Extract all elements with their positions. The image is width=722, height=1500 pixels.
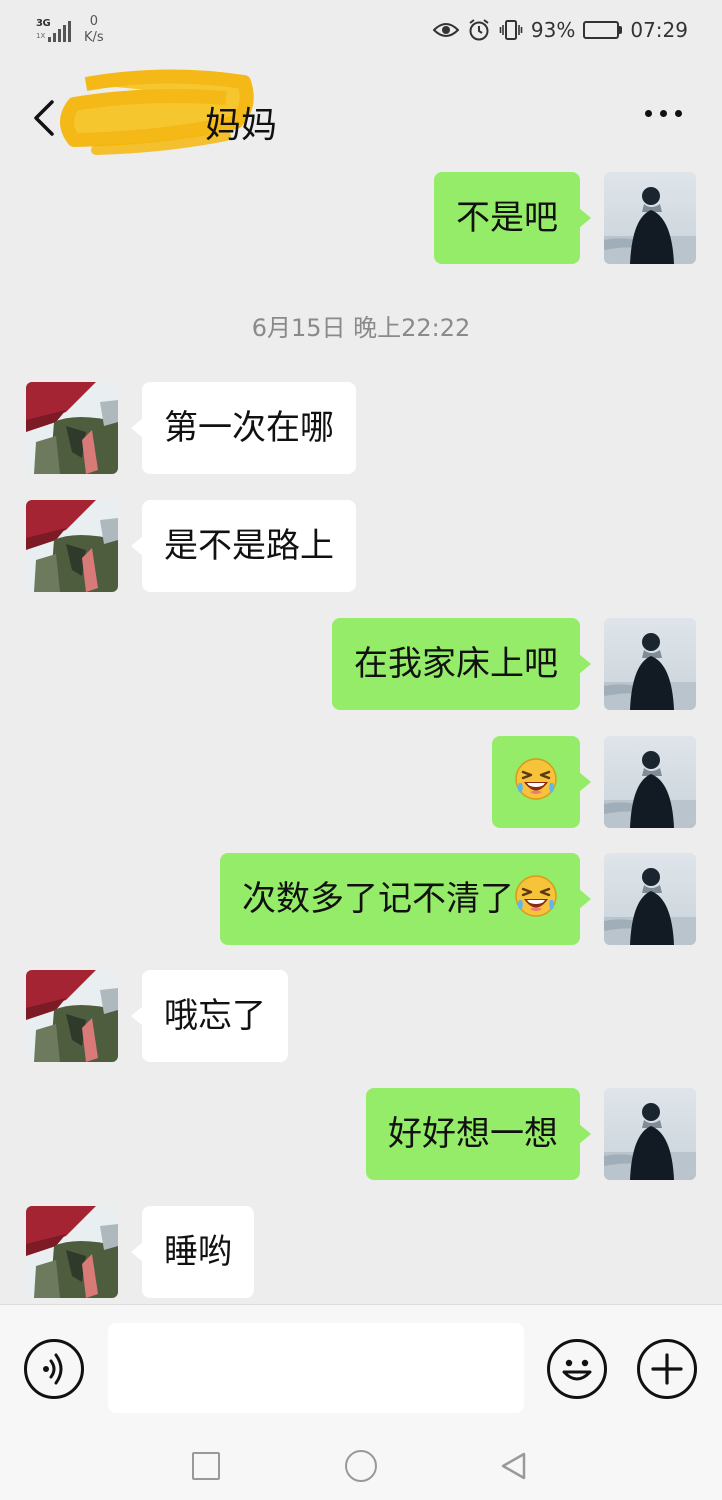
vibrate-icon — [499, 20, 523, 40]
signal-icon: 3G 1X — [34, 14, 71, 44]
home-icon[interactable] — [345, 1450, 377, 1482]
sent-message: 在我家床上吧 — [0, 618, 722, 710]
chat-messages: 6月15日 晚上22:22 不是吧第一次在哪是不是路上在我家床上吧次数多了记不清… — [0, 172, 722, 1304]
received-message: 是不是路上 — [0, 500, 722, 592]
recent-apps-icon[interactable] — [192, 1452, 220, 1480]
voice-icon[interactable] — [24, 1339, 84, 1399]
alarm-icon — [469, 19, 489, 41]
system-nav-bar — [0, 1430, 722, 1500]
my-avatar[interactable] — [604, 853, 696, 945]
message-bubble[interactable]: 睡哟 — [131, 1206, 254, 1298]
received-message: 哦忘了 — [0, 970, 722, 1062]
contact-avatar[interactable] — [26, 382, 118, 474]
chat-title: 妈妈 — [205, 105, 278, 146]
message-text: 在我家床上吧 — [354, 644, 558, 684]
message-text: 次数多了记不清了 — [242, 879, 514, 919]
speed-unit: K/s — [84, 30, 104, 45]
message-text: 哦忘了 — [164, 996, 266, 1036]
battery-percent: 93% — [530, 18, 576, 42]
avatar-image — [604, 736, 696, 828]
message-text: 是不是路上 — [164, 526, 334, 566]
laughing-emoji-icon — [515, 875, 557, 917]
contact-avatar[interactable] — [26, 970, 118, 1062]
emoji-icon[interactable] — [547, 1339, 607, 1399]
message-timestamp: 6月15日 晚上22:22 — [251, 314, 471, 342]
message-bubble[interactable]: 是不是路上 — [131, 500, 356, 592]
message-text: 好好想一想 — [388, 1114, 558, 1154]
sent-message: 次数多了记不清了 — [0, 853, 722, 945]
my-avatar[interactable] — [604, 736, 696, 828]
my-avatar[interactable] — [604, 1088, 696, 1180]
contact-avatar[interactable] — [26, 1206, 118, 1298]
network-subtype: 1X — [36, 32, 46, 40]
laughing-emoji-icon — [515, 758, 557, 800]
avatar-image — [604, 172, 696, 264]
sent-message — [0, 736, 722, 828]
message-bubble[interactable] — [492, 736, 591, 828]
message-bubble[interactable]: 次数多了记不清了 — [220, 853, 591, 945]
avatar-image — [604, 853, 696, 945]
more-dots-icon[interactable] — [645, 110, 682, 117]
message-bubble[interactable]: 在我家床上吧 — [332, 618, 591, 710]
eye-icon — [432, 23, 459, 37]
my-avatar[interactable] — [604, 618, 696, 710]
message-bubble[interactable]: 好好想一想 — [366, 1088, 591, 1180]
message-text: 不是吧 — [456, 198, 558, 238]
received-message: 睡哟 — [0, 1206, 722, 1298]
network-speed: 0 K/s — [84, 14, 104, 46]
avatar-image — [26, 1206, 118, 1298]
clock: 07:29 — [630, 18, 688, 42]
battery-icon — [583, 21, 623, 39]
speed-value: 0 — [89, 14, 98, 29]
contact-avatar[interactable] — [26, 500, 118, 592]
my-avatar[interactable] — [604, 172, 696, 264]
received-message: 第一次在哪 — [0, 382, 722, 474]
back-triangle-icon[interactable] — [498, 1450, 530, 1482]
avatar-image — [26, 382, 118, 474]
sent-message: 不是吧 — [0, 172, 722, 264]
avatar-image — [26, 500, 118, 592]
message-text: 第一次在哪 — [164, 408, 334, 448]
avatar-image — [604, 1088, 696, 1180]
avatar-image — [26, 970, 118, 1062]
message-text: 睡哟 — [164, 1232, 232, 1272]
message-bubble[interactable]: 不是吧 — [434, 172, 591, 264]
status-bar: 3G 1X 0 K/s 93% 07:29 — [0, 0, 722, 66]
message-input[interactable] — [108, 1323, 524, 1413]
sent-message: 好好想一想 — [0, 1088, 722, 1180]
avatar-image — [604, 618, 696, 710]
chat-header: 妈妈 — [0, 66, 722, 172]
message-bubble[interactable]: 第一次在哪 — [131, 382, 356, 474]
message-bubble[interactable]: 哦忘了 — [131, 970, 288, 1062]
plus-icon[interactable] — [637, 1339, 697, 1399]
input-bar — [0, 1304, 722, 1430]
